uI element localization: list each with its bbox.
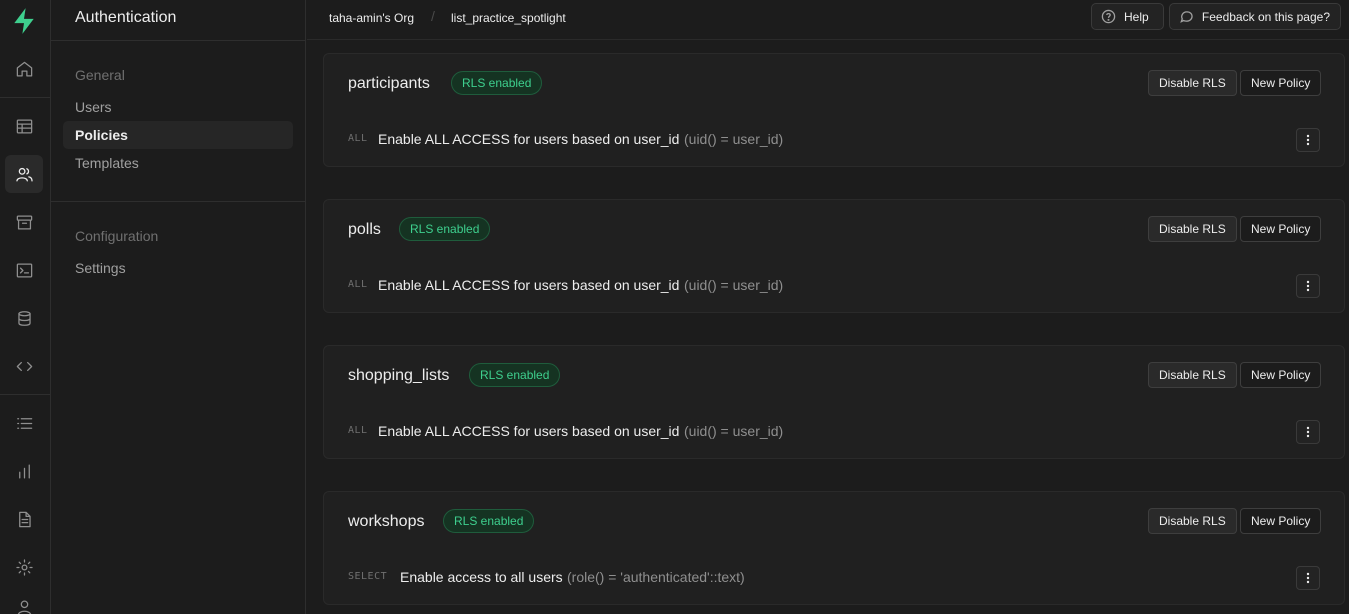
table-editor-icon[interactable] [5,107,43,145]
rls-status-badge: RLS enabled [451,71,543,95]
policy-command: ALL [348,425,368,436]
policy-row[interactable]: ALL Enable ALL ACCESS for users based on… [324,416,1344,448]
table-card-polls: polls RLS enabled Disable RLS New Policy… [323,199,1345,313]
database-icon[interactable] [5,299,43,337]
rail-divider [0,97,50,98]
new-policy-button[interactable]: New Policy [1240,362,1322,388]
disable-rls-button[interactable]: Disable RLS [1148,508,1237,534]
policies-main: participants RLS enabled Disable RLS New… [307,41,1349,614]
policy-row[interactable]: ALL Enable ALL ACCESS for users based on… [324,124,1344,156]
card-header: shopping_lists RLS enabled Disable RLS N… [324,346,1344,404]
policy-menu-button[interactable] [1296,420,1320,444]
table-card-workshops: workshops RLS enabled Disable RLS New Po… [323,491,1345,605]
rls-status-badge: RLS enabled [399,217,491,241]
policy-menu-button[interactable] [1296,566,1320,590]
list-icon[interactable] [5,404,43,442]
icon-rail [0,0,51,614]
policy-name: Enable ALL ACCESS for users based on use… [378,423,680,439]
sidebar-item-users[interactable]: Users [63,93,293,121]
sidebar-title: Authentication [75,9,177,26]
policy-definition: (uid() = user_id) [684,423,784,439]
users-icon[interactable] [5,155,43,193]
supabase-logo-icon[interactable] [5,2,43,40]
policy-definition: (uid() = user_id) [684,277,784,293]
table-name: participants [348,75,430,92]
card-header: workshops RLS enabled Disable RLS New Po… [324,492,1344,550]
rail-divider [0,394,50,395]
reports-icon[interactable] [5,452,43,490]
table-name: shopping_lists [348,367,450,384]
message-icon [1180,11,1193,23]
card-header: participants RLS enabled Disable RLS New… [324,54,1344,112]
table-name: workshops [348,513,425,530]
docs-icon[interactable] [5,500,43,538]
new-policy-button[interactable]: New Policy [1240,70,1322,96]
feedback-button[interactable]: Feedback on this page? [1169,3,1341,30]
policy-name: Enable access to all users [400,569,563,585]
policy-name: Enable ALL ACCESS for users based on use… [378,277,680,293]
section-label-general: General [75,67,125,83]
settings-gear-icon[interactable] [5,548,43,586]
policy-menu-button[interactable] [1296,128,1320,152]
section-label-configuration: Configuration [75,228,159,244]
table-name: polls [348,221,381,238]
disable-rls-button[interactable]: Disable RLS [1148,70,1237,96]
code-icon[interactable] [5,347,43,385]
policy-row[interactable]: SELECT Enable access to all users (role(… [324,562,1344,594]
home-icon[interactable] [5,50,43,88]
help-label: Help [1124,9,1149,24]
policy-command: ALL [348,279,368,290]
top-bar: taha-amin's Org / list_practice_spotligh… [307,0,1349,40]
disable-rls-button[interactable]: Disable RLS [1148,362,1237,388]
policy-row[interactable]: ALL Enable ALL ACCESS for users based on… [324,270,1344,302]
sidebar-divider [51,40,305,41]
sidebar-item-settings[interactable]: Settings [63,254,293,282]
rls-status-badge: RLS enabled [469,363,561,387]
sidebar-item-templates[interactable]: Templates [63,149,293,177]
policy-definition: (uid() = user_id) [684,131,784,147]
app: Authentication General Users Policies Te… [0,0,1349,614]
breadcrumb-project[interactable]: list_practice_spotlight [451,10,566,26]
card-header: polls RLS enabled Disable RLS New Policy [324,200,1344,258]
new-policy-button[interactable]: New Policy [1240,508,1322,534]
feedback-label: Feedback on this page? [1201,9,1330,24]
policy-menu-button[interactable] [1296,274,1320,298]
policy-name: Enable ALL ACCESS for users based on use… [378,131,680,147]
policy-command: SELECT [348,571,388,582]
help-button[interactable]: Help [1091,3,1164,30]
new-policy-button[interactable]: New Policy [1240,216,1322,242]
more-vertical-icon [1306,426,1310,438]
policy-command: ALL [348,133,368,144]
rls-status-badge: RLS enabled [443,509,535,533]
terminal-icon[interactable] [5,251,43,289]
table-card-participants: participants RLS enabled Disable RLS New… [323,53,1345,167]
disable-rls-button[interactable]: Disable RLS [1148,216,1237,242]
auth-sidebar: Authentication General Users Policies Te… [51,0,306,614]
more-vertical-icon [1306,280,1310,292]
breadcrumb-separator: / [431,8,435,24]
profile-icon[interactable] [5,588,43,614]
storage-icon[interactable] [5,203,43,241]
help-circle-icon [1101,9,1116,24]
more-vertical-icon [1306,134,1310,146]
more-vertical-icon [1306,572,1310,584]
table-card-shopping-lists: shopping_lists RLS enabled Disable RLS N… [323,345,1345,459]
sidebar-divider [51,201,305,202]
policy-definition: (role() = 'authenticated'::text) [567,569,745,585]
breadcrumb-org[interactable]: taha-amin's Org [329,10,414,26]
sidebar-item-policies[interactable]: Policies [63,121,293,149]
